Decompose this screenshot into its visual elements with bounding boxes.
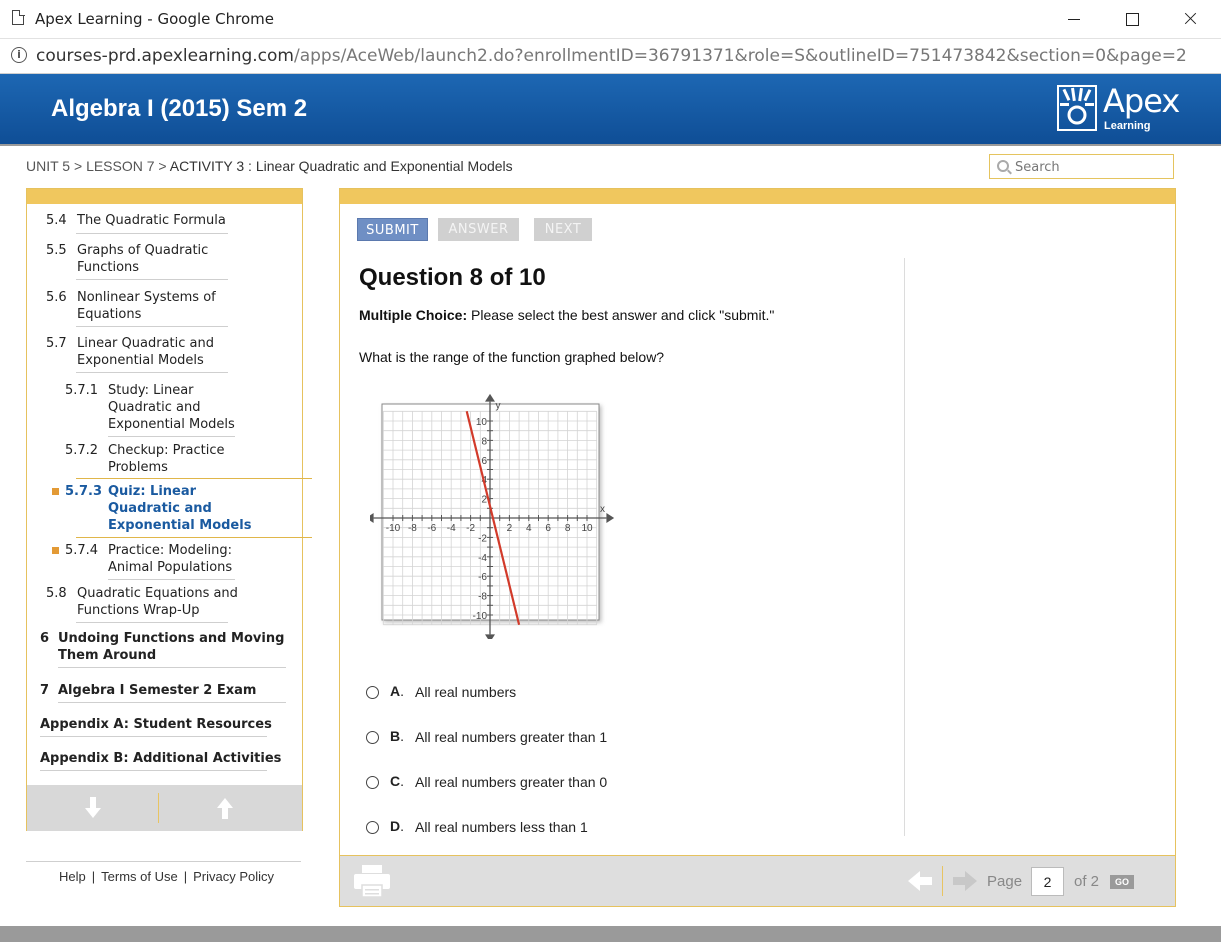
url-text[interactable]: courses-prd.apexlearning.com/apps/AceWeb… bbox=[36, 46, 1187, 66]
close-button[interactable] bbox=[1161, 0, 1219, 38]
x-tick-label: 2 bbox=[507, 523, 513, 534]
arrow-down-icon bbox=[85, 797, 101, 818]
x-axis-label: x bbox=[600, 504, 605, 515]
print-icon[interactable] bbox=[354, 865, 390, 897]
breadcrumb: UNIT 5 > LESSON 7 > ACTIVITY 3 : Linear … bbox=[26, 158, 513, 174]
page-number-input[interactable] bbox=[1031, 867, 1064, 896]
apex-logo-icon bbox=[1057, 85, 1097, 131]
scroll-down-button[interactable] bbox=[27, 785, 157, 831]
footer-links: Help | Terms of Use | Privacy Policy bbox=[59, 869, 275, 884]
minimize-icon bbox=[1068, 19, 1080, 20]
x-tick-label: 4 bbox=[526, 523, 532, 534]
scroll-up-button[interactable] bbox=[159, 785, 289, 831]
page-label: Page bbox=[987, 873, 1023, 890]
x-tick-label: 8 bbox=[565, 523, 571, 534]
sidebar-header-bar bbox=[27, 189, 302, 204]
y-axis-arrow-bottom bbox=[485, 634, 495, 639]
breadcrumb-activity: ACTIVITY 3 bbox=[169, 158, 245, 174]
y-tick-label: -4 bbox=[478, 553, 487, 564]
x-tick-label: -4 bbox=[447, 523, 456, 534]
minimize-button[interactable] bbox=[1045, 0, 1103, 38]
info-icon[interactable]: i bbox=[11, 47, 27, 63]
help-link[interactable]: Help bbox=[59, 869, 86, 884]
panel-footer: Page of 2 GO bbox=[340, 855, 1175, 906]
next-page-icon[interactable] bbox=[951, 870, 977, 892]
breadcrumb-activity-title: Linear Quadratic and Exponential Models bbox=[255, 158, 513, 174]
choice-b-radio[interactable] bbox=[366, 731, 379, 744]
active-item-bottom-border bbox=[76, 537, 312, 538]
y-tick-label: -6 bbox=[478, 572, 487, 583]
page-total: of 2 bbox=[1074, 873, 1100, 890]
search-input[interactable] bbox=[1015, 158, 1165, 176]
maximize-icon bbox=[1126, 13, 1139, 26]
y-tick-label: 10 bbox=[476, 417, 488, 428]
course-title: Algebra I (2015) Sem 2 bbox=[51, 95, 308, 122]
submit-button[interactable]: SUBMIT bbox=[357, 218, 428, 241]
page-icon bbox=[12, 9, 25, 25]
next-button[interactable]: NEXT bbox=[534, 218, 592, 241]
choice-c-radio[interactable] bbox=[366, 776, 379, 789]
panel-header-bar bbox=[340, 189, 1175, 204]
question-title: Question 8 of 10 bbox=[359, 264, 546, 291]
address-bar[interactable]: i courses-prd.apexlearning.com/apps/AceW… bbox=[0, 39, 1221, 74]
privacy-link[interactable]: Privacy Policy bbox=[193, 869, 274, 884]
function-graph: -10-8-6-4-2246810108642-2-4-6-8-10xy bbox=[370, 393, 615, 639]
logo-text: Apex bbox=[1103, 82, 1180, 120]
y-axis-label: y bbox=[496, 400, 501, 411]
logo-subtext: Learning bbox=[1104, 120, 1151, 132]
progress-bullet-icon bbox=[52, 547, 59, 554]
question-panel: SUBMIT ANSWER NEXT Question 8 of 10 Mult… bbox=[339, 188, 1176, 907]
x-tick-label: -6 bbox=[427, 523, 436, 534]
question-instructions: Multiple Choice: Please select the best … bbox=[359, 307, 775, 323]
x-axis-arrow-right bbox=[606, 513, 615, 523]
y-tick-label: -10 bbox=[473, 611, 488, 622]
window-bottom-strip bbox=[0, 926, 1221, 942]
arrow-up-icon bbox=[217, 798, 233, 819]
choice-d-radio[interactable] bbox=[366, 821, 379, 834]
header-divider bbox=[0, 144, 1221, 146]
x-tick-label: -10 bbox=[386, 523, 401, 534]
y-tick-label: 6 bbox=[481, 456, 487, 467]
go-button[interactable]: GO bbox=[1110, 875, 1134, 889]
x-tick-label: 10 bbox=[581, 523, 593, 534]
answer-button[interactable]: ANSWER bbox=[438, 218, 519, 241]
previous-page-icon[interactable] bbox=[908, 870, 934, 892]
sidebar-item-appendix-b[interactable]: Appendix B: Additional Activities bbox=[40, 750, 281, 767]
search-icon bbox=[997, 160, 1009, 172]
x-axis-arrow-left bbox=[370, 513, 374, 523]
sidebar-scroll-controls bbox=[27, 785, 302, 831]
y-tick-label: -2 bbox=[478, 533, 487, 544]
active-item-top-border bbox=[76, 478, 312, 479]
y-tick-label: -8 bbox=[478, 592, 487, 603]
x-tick-label: -2 bbox=[466, 523, 475, 534]
active-bullet-icon bbox=[52, 488, 59, 495]
window-title: Apex Learning - Google Chrome bbox=[35, 10, 274, 28]
y-axis-arrow-top bbox=[485, 393, 495, 402]
x-tick-label: 6 bbox=[545, 523, 551, 534]
sidebar-item-appendix-a[interactable]: Appendix A: Student Resources bbox=[40, 716, 272, 733]
x-tick-label: -8 bbox=[408, 523, 417, 534]
app-header: Algebra I (2015) Sem 2 Apex Learning bbox=[0, 74, 1221, 144]
sidebar-outline: 5.4 The Quadratic Formula 5.5 Graphs of … bbox=[26, 188, 312, 831]
breadcrumb-lesson[interactable]: LESSON 7 bbox=[86, 158, 154, 174]
apex-logo: Apex Learning bbox=[1057, 82, 1180, 135]
maximize-button[interactable] bbox=[1103, 0, 1161, 38]
choice-a-radio[interactable] bbox=[366, 686, 379, 699]
search-box[interactable] bbox=[989, 154, 1174, 179]
y-tick-label: 8 bbox=[481, 436, 487, 447]
question-text: What is the range of the function graphe… bbox=[359, 349, 665, 365]
breadcrumb-unit[interactable]: UNIT 5 bbox=[26, 158, 70, 174]
window-titlebar: Apex Learning - Google Chrome bbox=[0, 0, 1221, 39]
terms-link[interactable]: Terms of Use bbox=[101, 869, 178, 884]
